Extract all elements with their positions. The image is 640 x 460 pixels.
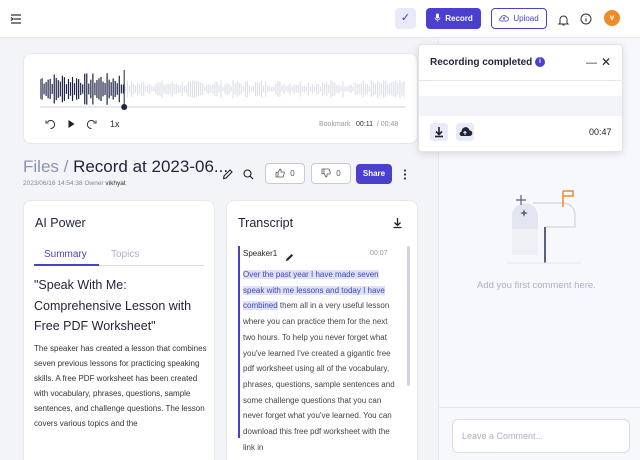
mailbox-illustration bbox=[507, 190, 581, 264]
rewind-icon[interactable] bbox=[45, 119, 56, 132]
bell-icon[interactable] bbox=[557, 13, 570, 31]
ai-power-heading: AI Power bbox=[35, 216, 86, 230]
thumbs-up-icon bbox=[275, 168, 285, 180]
transcript-scrollbar[interactable] bbox=[407, 246, 410, 386]
segment-marker bbox=[238, 246, 240, 438]
page-title: Files / Record at 2023-06... bbox=[23, 157, 228, 177]
upload-label: Upload bbox=[513, 14, 539, 23]
cloud-upload-icon[interactable] bbox=[456, 123, 474, 141]
avatar[interactable]: v bbox=[604, 10, 620, 26]
summary-title: "Speak With Me: Comprehensive Lesson wit… bbox=[34, 278, 192, 333]
current-time: 00:11 bbox=[356, 121, 373, 128]
summary-body: The speaker has created a lesson that co… bbox=[34, 344, 207, 428]
time-readout: 00:11 / 00:48 bbox=[356, 121, 399, 128]
dislike-button[interactable]: 0 bbox=[311, 163, 351, 184]
ai-tabs: Summary Topics bbox=[34, 248, 204, 266]
record-button[interactable]: Record bbox=[426, 8, 481, 29]
more-options-icon[interactable] bbox=[403, 167, 407, 185]
ai-power-panel: AI Power Summary Topics "Speak With Me: … bbox=[23, 200, 215, 460]
owner-name: vikhyat bbox=[105, 180, 126, 187]
tab-summary[interactable]: Summary bbox=[44, 249, 87, 260]
like-count: 0 bbox=[290, 169, 295, 178]
speaker-name: Speaker1 bbox=[243, 249, 278, 258]
playback-speed[interactable]: 1x bbox=[110, 119, 120, 129]
audio-player: 1x Bookmark 00:11 / 00:48 bbox=[23, 53, 418, 144]
bookmark-link[interactable]: Bookmark bbox=[319, 121, 351, 128]
check-button[interactable]: ✓ bbox=[395, 8, 416, 29]
popup-band bbox=[419, 96, 622, 116]
transcript-rest-text: them all in a very useful lesson where y… bbox=[243, 301, 395, 452]
file-date: 2023/06/16 14:54:38 bbox=[23, 180, 83, 187]
popup-divider bbox=[419, 80, 622, 116]
owner-label: Owner bbox=[84, 180, 104, 187]
transcript-text: Over the past year I have made seven spe… bbox=[243, 267, 401, 455]
breadcrumb-separator: / bbox=[58, 157, 74, 176]
waveform[interactable] bbox=[40, 70, 406, 112]
active-tab-indicator bbox=[34, 264, 99, 266]
upload-button[interactable]: Upload bbox=[491, 8, 547, 29]
share-button[interactable]: Share bbox=[356, 164, 392, 184]
minimize-icon[interactable]: — bbox=[586, 57, 597, 69]
recording-duration: 00:47 bbox=[589, 127, 612, 137]
top-bar: ✓ Record Upload v bbox=[0, 0, 640, 38]
download-recording-icon[interactable] bbox=[430, 123, 448, 141]
segment-timestamp[interactable]: 00:07 bbox=[370, 250, 388, 257]
sidebar-toggle-icon[interactable] bbox=[10, 12, 22, 24]
search-icon[interactable] bbox=[243, 167, 254, 185]
transcript-heading: Transcript bbox=[238, 216, 294, 230]
dislike-count: 0 bbox=[336, 169, 341, 178]
comment-box bbox=[452, 419, 630, 453]
forward-icon[interactable] bbox=[86, 119, 97, 132]
comment-input[interactable] bbox=[453, 420, 629, 452]
popup-title: Recording completed bbox=[430, 57, 533, 68]
check-icon: ✓ bbox=[400, 12, 411, 24]
breadcrumb-files[interactable]: Files bbox=[23, 157, 59, 176]
playhead-handle bbox=[121, 104, 128, 110]
comment-divider bbox=[438, 407, 640, 408]
download-transcript-icon[interactable] bbox=[392, 216, 403, 234]
cloud-upload-icon bbox=[499, 14, 510, 24]
popup-info-icon[interactable]: i bbox=[535, 57, 545, 67]
record-label: Record bbox=[445, 14, 473, 23]
total-time: 00:48 bbox=[380, 121, 399, 128]
tab-topics[interactable]: Topics bbox=[111, 249, 139, 260]
thumbs-down-icon bbox=[321, 168, 331, 180]
edit-speaker-icon[interactable] bbox=[285, 249, 294, 267]
recording-completed-popup: Recording completed i — ✕ 00:47 bbox=[418, 44, 623, 152]
close-icon[interactable]: ✕ bbox=[601, 55, 611, 69]
empty-comments-text: Add you first comment here. bbox=[477, 280, 596, 291]
microphone-icon bbox=[434, 13, 441, 24]
play-icon[interactable] bbox=[67, 119, 76, 131]
file-meta: 2023/06/16 14:54:38 Owner vikhyat bbox=[23, 180, 126, 187]
like-button[interactable]: 0 bbox=[265, 163, 305, 184]
edit-title-icon[interactable] bbox=[222, 167, 233, 185]
info-icon[interactable] bbox=[580, 12, 592, 30]
file-title: Record at 2023-06... bbox=[73, 157, 229, 176]
transcript-panel: Transcript Speaker1 00:07 Over the past … bbox=[226, 200, 418, 460]
